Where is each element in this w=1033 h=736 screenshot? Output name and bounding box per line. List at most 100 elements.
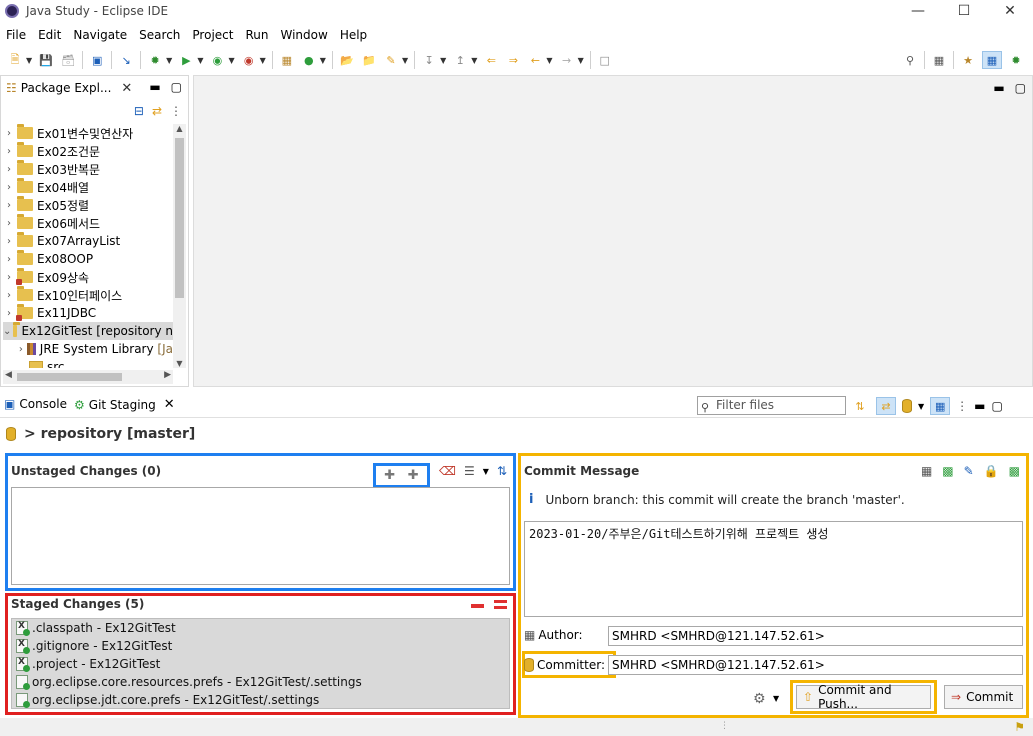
scroll-thumb[interactable]: [17, 373, 122, 381]
close-icon[interactable]: ✕: [121, 81, 132, 96]
expand-icon[interactable]: ›: [3, 128, 15, 139]
previous-annotation-dropdown-icon[interactable]: ▼: [471, 56, 477, 65]
menu-project[interactable]: Project: [186, 28, 239, 42]
tree-item-project[interactable]: › Ex03반복문: [3, 160, 173, 178]
collapse-all-icon[interactable]: ⊟: [134, 104, 144, 118]
menu-edit[interactable]: Edit: [32, 28, 67, 42]
maximize-view-icon[interactable]: ▢: [1015, 81, 1026, 95]
gear-dropdown-icon[interactable]: ▼: [773, 694, 779, 703]
refresh-icon[interactable]: ⇅: [850, 397, 870, 415]
debug-perspective-icon[interactable]: ✹: [1008, 52, 1024, 68]
search-tool-icon[interactable]: ✎: [383, 52, 399, 68]
expand-icon[interactable]: ›: [3, 272, 15, 283]
tree-item-project[interactable]: › Ex02조건문: [3, 142, 173, 160]
save-all-icon[interactable]: 🗃: [60, 52, 76, 68]
staged-file[interactable]: .gitignore - Ex12GitTest: [12, 637, 509, 655]
tree-item-src[interactable]: src: [3, 358, 173, 368]
gear-icon[interactable]: ⚙: [753, 691, 766, 707]
maximize-view-icon[interactable]: ▢: [992, 399, 1003, 413]
maximize-button[interactable]: ☐: [941, 0, 987, 22]
tree-item-project[interactable]: › Ex08OOP: [3, 250, 173, 268]
link-with-editor-icon[interactable]: ⇄: [152, 104, 162, 118]
notification-icon[interactable]: ⚑: [1014, 720, 1025, 734]
expand-icon[interactable]: ›: [3, 236, 15, 247]
run-dropdown-icon[interactable]: ▼: [197, 56, 203, 65]
menu-window[interactable]: Window: [274, 28, 333, 42]
ignore-icon[interactable]: ⌫: [439, 464, 456, 478]
pin-editor-icon[interactable]: □: [597, 52, 613, 68]
previous-annotation-icon[interactable]: ↥: [452, 52, 468, 68]
coverage-icon[interactable]: ◉: [209, 52, 225, 68]
tab-console[interactable]: ▣ Console: [4, 397, 67, 411]
tree-item-project[interactable]: › Ex04배열: [3, 178, 173, 196]
close-button[interactable]: ✕: [987, 0, 1033, 22]
minimize-view-icon[interactable]: ▬: [149, 80, 160, 94]
filter-files-input[interactable]: ⚲ Filter files: [697, 396, 846, 415]
commit-button[interactable]: ⇒ Commit: [944, 685, 1023, 709]
coverage-dropdown-icon[interactable]: ▼: [228, 56, 234, 65]
menu-search[interactable]: Search: [133, 28, 186, 42]
tree-item-project[interactable]: › Ex11JDBC: [3, 304, 173, 322]
presentation-icon[interactable]: ☰: [464, 464, 475, 478]
new-class-dropdown-icon[interactable]: ▼: [320, 56, 326, 65]
tree-item-project[interactable]: › Ex05정렬: [3, 196, 173, 214]
terminal-icon[interactable]: ▣: [89, 52, 105, 68]
expand-icon[interactable]: ›: [17, 344, 25, 355]
skip-breakpoints-icon[interactable]: ↘: [118, 52, 134, 68]
commit-message-input[interactable]: 2023-01-20/주부은/Git테스트하기위해 프로젝트 생성: [524, 521, 1023, 617]
sort-icon[interactable]: ⇅: [497, 464, 507, 478]
back-dropdown-icon[interactable]: ▼: [546, 56, 552, 65]
menu-run[interactable]: Run: [239, 28, 274, 42]
committer-input[interactable]: SMHRD <SMHRD@121.147.52.61>: [608, 655, 1023, 675]
minimize-view-icon[interactable]: ▬: [974, 399, 985, 413]
search-tool-dropdown-icon[interactable]: ▼: [402, 56, 408, 65]
menu-help[interactable]: Help: [334, 28, 373, 42]
change-id-icon[interactable]: ▩: [1009, 464, 1020, 478]
tree-item-project[interactable]: › Ex06메서드: [3, 214, 173, 232]
staged-file[interactable]: .project - Ex12GitTest: [12, 655, 509, 673]
unstaged-files-list[interactable]: [11, 487, 510, 585]
expand-icon[interactable]: ›: [3, 218, 15, 229]
collapse-icon[interactable]: ⌄: [3, 326, 11, 337]
repository-dropdown-icon[interactable]: ▼: [918, 402, 924, 411]
run-icon[interactable]: ▶: [178, 52, 194, 68]
expand-icon[interactable]: ›: [3, 254, 15, 265]
staged-file[interactable]: org.eclipse.core.resources.prefs - Ex12G…: [12, 673, 509, 691]
new-dropdown-icon[interactable]: ▼: [26, 56, 32, 65]
scroll-right-icon[interactable]: ▶: [164, 370, 171, 380]
tree-item-project[interactable]: › Ex09상속: [3, 268, 173, 286]
minimize-button[interactable]: —: [895, 0, 941, 22]
view-menu-icon[interactable]: ⋮: [170, 104, 182, 118]
sign-off-icon[interactable]: ✎: [964, 464, 974, 478]
maximize-view-icon[interactable]: ▢: [171, 80, 182, 94]
staged-file[interactable]: org.eclipse.jdt.core.prefs - Ex12GitTest…: [12, 691, 509, 709]
back-icon[interactable]: ←: [527, 52, 543, 68]
menu-navigate[interactable]: Navigate: [67, 28, 133, 42]
expand-icon[interactable]: ›: [3, 146, 15, 157]
scroll-down-icon[interactable]: ▼: [173, 359, 186, 368]
expand-icon[interactable]: ›: [3, 164, 15, 175]
scroll-thumb[interactable]: [175, 138, 184, 298]
new-class-icon[interactable]: ●: [301, 52, 317, 68]
staged-file[interactable]: .classpath - Ex12GitTest: [12, 619, 509, 637]
external-tools-icon[interactable]: ◉: [241, 52, 257, 68]
last-edit-icon[interactable]: ⇐: [483, 52, 499, 68]
external-tools-dropdown-icon[interactable]: ▼: [260, 56, 266, 65]
search-icon[interactable]: ⚲: [902, 52, 918, 68]
open-type-icon[interactable]: 📂: [339, 52, 355, 68]
tree-item-project[interactable]: › Ex07ArrayList: [3, 232, 173, 250]
scroll-left-icon[interactable]: ◀: [5, 370, 12, 380]
forward-icon[interactable]: →: [559, 52, 575, 68]
next-annotation-icon[interactable]: ↧: [421, 52, 437, 68]
layout-toggle-icon[interactable]: ▦: [930, 397, 951, 415]
tab-git-staging[interactable]: ⚙ Git Staging ✕: [74, 397, 175, 412]
expand-icon[interactable]: ›: [3, 200, 15, 211]
scroll-up-icon[interactable]: ▲: [173, 124, 186, 133]
unstage-selected-icon[interactable]: [471, 604, 484, 608]
unstage-all-icon[interactable]: [494, 598, 507, 610]
repository-icon[interactable]: [902, 399, 912, 413]
debug-icon[interactable]: ✹: [147, 52, 163, 68]
git-perspective-icon[interactable]: ★: [960, 52, 976, 68]
expand-icon[interactable]: ›: [3, 308, 15, 319]
view-menu-icon[interactable]: ⋮: [956, 399, 968, 413]
